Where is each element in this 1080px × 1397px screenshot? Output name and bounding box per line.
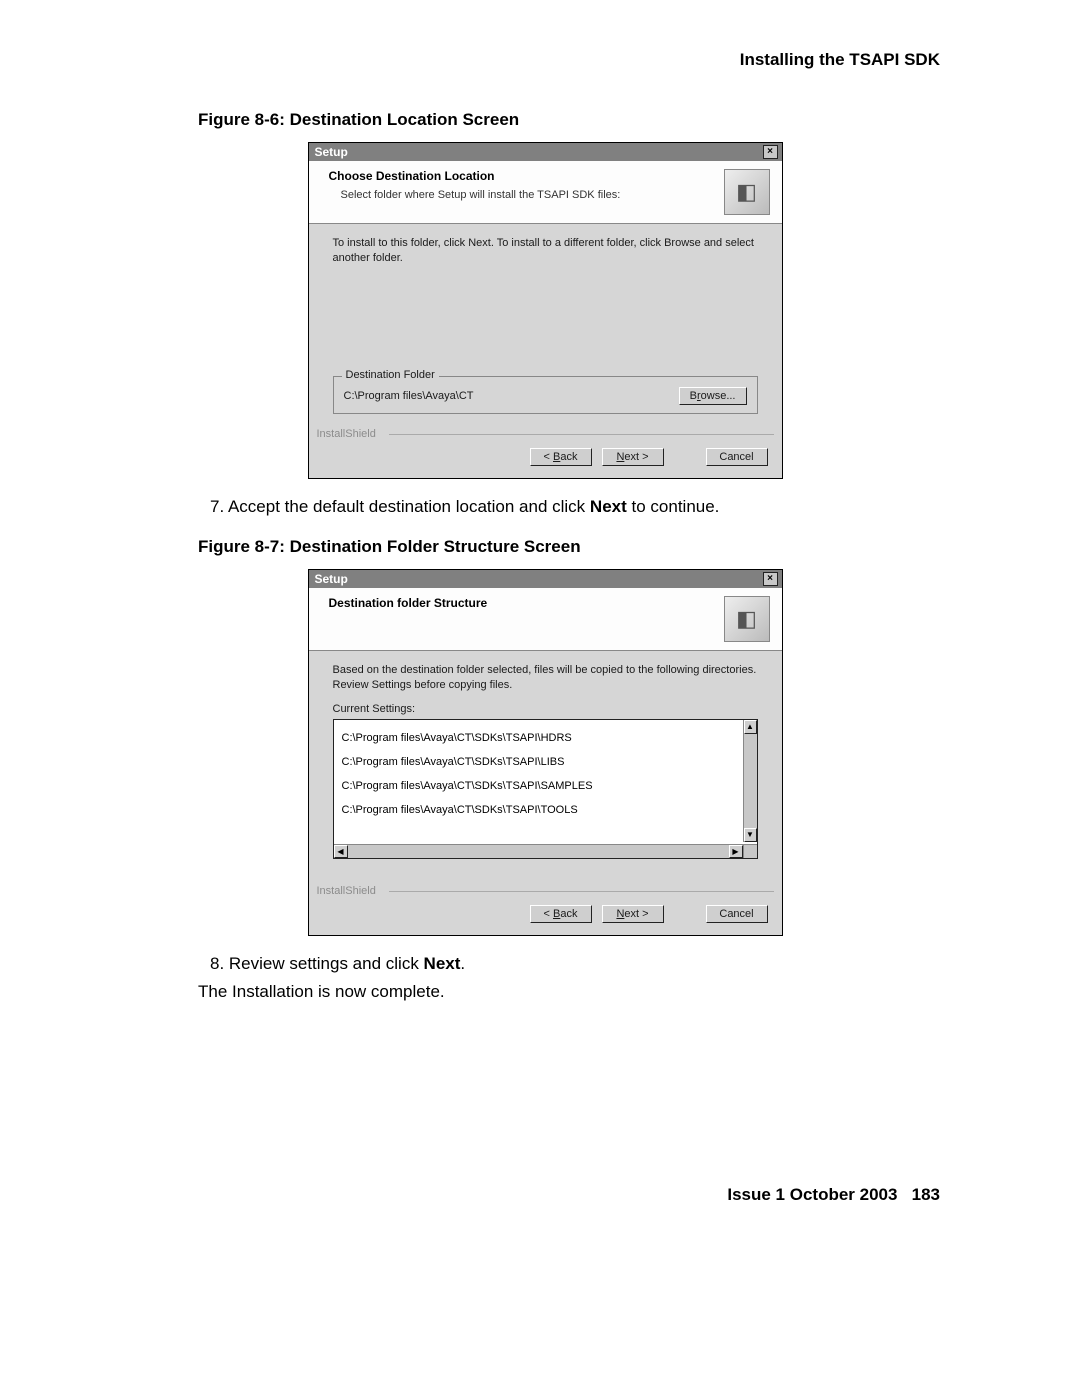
installshield-brand: InstallShield bbox=[317, 885, 782, 897]
installshield-brand: InstallShield bbox=[317, 428, 782, 440]
dialog-header-panel: Choose Destination Location Select folde… bbox=[309, 161, 782, 224]
installer-icon: ◧ bbox=[724, 596, 770, 642]
dialog-button-row: < Back Next > Cancel bbox=[309, 440, 782, 478]
list-item: C:\Program files\Avaya\CT\SDKs\TSAPI\TOO… bbox=[342, 804, 739, 816]
cancel-button[interactable]: Cancel bbox=[706, 448, 768, 466]
list-item: C:\Program files\Avaya\CT\SDKs\TSAPI\LIB… bbox=[342, 756, 739, 768]
destination-folder-group: Destination Folder C:\Program files\Avay… bbox=[333, 376, 758, 414]
settings-listbox[interactable]: C:\Program files\Avaya\CT\SDKs\TSAPI\HDR… bbox=[333, 719, 758, 859]
list-item: C:\Program files\Avaya\CT\SDKs\TSAPI\HDR… bbox=[342, 732, 739, 744]
dialog-instructions: Based on the destination folder selected… bbox=[333, 663, 758, 693]
dialog-button-row: < Back Next > Cancel bbox=[309, 897, 782, 935]
figure-caption-1: Figure 8-6: Destination Location Screen bbox=[198, 110, 940, 130]
scroll-right-icon[interactable]: ▶ bbox=[729, 845, 743, 858]
dialog-body: Based on the destination folder selected… bbox=[309, 651, 782, 881]
destination-path: C:\Program files\Avaya\CT bbox=[344, 390, 474, 402]
installer-icon: ◧ bbox=[724, 169, 770, 215]
cancel-button[interactable]: Cancel bbox=[706, 905, 768, 923]
current-settings-label: Current Settings: bbox=[333, 703, 758, 715]
dialog-heading: Destination folder Structure bbox=[329, 596, 488, 610]
next-button[interactable]: Next > bbox=[602, 448, 664, 466]
dialog-destination-location: Setup × Choose Destination Location Sele… bbox=[308, 142, 783, 479]
scroll-up-icon[interactable]: ▲ bbox=[744, 720, 757, 734]
next-button[interactable]: Next > bbox=[602, 905, 664, 923]
dialog-instructions: To install to this folder, click Next. T… bbox=[333, 236, 758, 266]
figure-caption-2: Figure 8-7: Destination Folder Structure… bbox=[198, 537, 940, 557]
closing-text: The Installation is now complete. bbox=[198, 982, 940, 1002]
scroll-corner bbox=[743, 844, 757, 858]
step-8: 8. Review settings and click Next. bbox=[210, 954, 940, 974]
dialog-heading: Choose Destination Location bbox=[329, 169, 621, 183]
dialog-header-panel: Destination folder Structure ◧ bbox=[309, 588, 782, 651]
page-footer: Issue 1 October 2003 183 bbox=[150, 1185, 940, 1205]
scroll-down-icon[interactable]: ▼ bbox=[744, 828, 757, 842]
back-button[interactable]: < Back bbox=[530, 905, 592, 923]
titlebar: Setup × bbox=[309, 570, 782, 588]
list-item: C:\Program files\Avaya\CT\SDKs\TSAPI\SAM… bbox=[342, 780, 739, 792]
dialog-folder-structure: Setup × Destination folder Structure ◧ B… bbox=[308, 569, 783, 936]
titlebar: Setup × bbox=[309, 143, 782, 161]
scroll-left-icon[interactable]: ◀ bbox=[334, 845, 348, 858]
step-7: 7. Accept the default destination locati… bbox=[210, 497, 940, 517]
horizontal-scrollbar[interactable]: ◀ ▶ bbox=[334, 844, 743, 858]
group-legend: Destination Folder bbox=[342, 369, 439, 381]
dialog-body: To install to this folder, click Next. T… bbox=[309, 224, 782, 424]
close-icon[interactable]: × bbox=[763, 145, 778, 159]
titlebar-title: Setup bbox=[315, 145, 348, 159]
close-icon[interactable]: × bbox=[763, 572, 778, 586]
dialog-subheading: Select folder where Setup will install t… bbox=[341, 189, 621, 201]
browse-button[interactable]: Browse... bbox=[679, 387, 747, 405]
back-button[interactable]: < Back bbox=[530, 448, 592, 466]
section-header: Installing the TSAPI SDK bbox=[150, 50, 940, 70]
titlebar-title: Setup bbox=[315, 572, 348, 586]
vertical-scrollbar[interactable]: ▲ ▼ bbox=[743, 720, 757, 842]
